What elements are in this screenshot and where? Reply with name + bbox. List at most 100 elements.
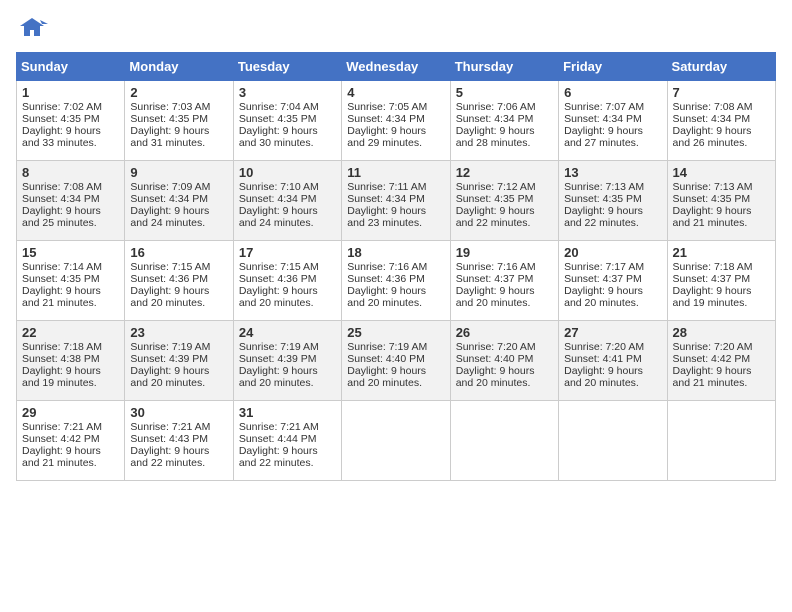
day-cell-11: 11Sunrise: 7:11 AMSunset: 4:34 PMDayligh… (342, 161, 450, 241)
day-number: 26 (456, 325, 553, 340)
day-number: 11 (347, 165, 444, 180)
daylight-label: Daylight: 9 hours and 21 minutes. (22, 445, 101, 469)
day-cell-12: 12Sunrise: 7:12 AMSunset: 4:35 PMDayligh… (450, 161, 558, 241)
sunset-label: Sunset: 4:37 PM (456, 273, 534, 285)
daylight-label: Daylight: 9 hours and 22 minutes. (239, 445, 318, 469)
daylight-label: Daylight: 9 hours and 29 minutes. (347, 125, 426, 149)
sunset-label: Sunset: 4:35 PM (22, 273, 100, 285)
day-cell-18: 18Sunrise: 7:16 AMSunset: 4:36 PMDayligh… (342, 241, 450, 321)
day-number: 5 (456, 85, 553, 100)
day-cell-20: 20Sunrise: 7:17 AMSunset: 4:37 PMDayligh… (559, 241, 667, 321)
day-number: 2 (130, 85, 227, 100)
logo (16, 16, 52, 44)
header (16, 16, 776, 44)
day-number: 30 (130, 405, 227, 420)
day-cell-22: 22Sunrise: 7:18 AMSunset: 4:38 PMDayligh… (17, 321, 125, 401)
day-cell-1: 1Sunrise: 7:02 AMSunset: 4:35 PMDaylight… (17, 81, 125, 161)
sunrise-label: Sunrise: 7:06 AM (456, 101, 536, 113)
day-cell-25: 25Sunrise: 7:19 AMSunset: 4:40 PMDayligh… (342, 321, 450, 401)
calendar-week-5: 29Sunrise: 7:21 AMSunset: 4:42 PMDayligh… (17, 401, 776, 481)
day-number: 6 (564, 85, 661, 100)
day-cell-14: 14Sunrise: 7:13 AMSunset: 4:35 PMDayligh… (667, 161, 775, 241)
sunrise-label: Sunrise: 7:20 AM (456, 341, 536, 353)
daylight-label: Daylight: 9 hours and 21 minutes. (673, 205, 752, 229)
daylight-label: Daylight: 9 hours and 21 minutes. (22, 285, 101, 309)
sunrise-label: Sunrise: 7:21 AM (239, 421, 319, 433)
daylight-label: Daylight: 9 hours and 22 minutes. (564, 205, 643, 229)
sunset-label: Sunset: 4:35 PM (673, 193, 751, 205)
day-cell-9: 9Sunrise: 7:09 AMSunset: 4:34 PMDaylight… (125, 161, 233, 241)
day-cell-17: 17Sunrise: 7:15 AMSunset: 4:36 PMDayligh… (233, 241, 341, 321)
day-cell-6: 6Sunrise: 7:07 AMSunset: 4:34 PMDaylight… (559, 81, 667, 161)
empty-cell (342, 401, 450, 481)
sunset-label: Sunset: 4:35 PM (130, 113, 208, 125)
day-number: 21 (673, 245, 770, 260)
sunset-label: Sunset: 4:34 PM (347, 113, 425, 125)
sunrise-label: Sunrise: 7:07 AM (564, 101, 644, 113)
calendar-week-2: 8Sunrise: 7:08 AMSunset: 4:34 PMDaylight… (17, 161, 776, 241)
sunrise-label: Sunrise: 7:05 AM (347, 101, 427, 113)
day-number: 1 (22, 85, 119, 100)
day-number: 17 (239, 245, 336, 260)
sunset-label: Sunset: 4:34 PM (564, 113, 642, 125)
sunset-label: Sunset: 4:40 PM (456, 353, 534, 365)
daylight-label: Daylight: 9 hours and 26 minutes. (673, 125, 752, 149)
col-friday: Friday (559, 53, 667, 81)
sunrise-label: Sunrise: 7:02 AM (22, 101, 102, 113)
daylight-label: Daylight: 9 hours and 20 minutes. (239, 365, 318, 389)
day-number: 31 (239, 405, 336, 420)
daylight-label: Daylight: 9 hours and 20 minutes. (239, 285, 318, 309)
day-cell-13: 13Sunrise: 7:13 AMSunset: 4:35 PMDayligh… (559, 161, 667, 241)
logo-icon (16, 16, 48, 44)
sunset-label: Sunset: 4:36 PM (347, 273, 425, 285)
sunrise-label: Sunrise: 7:21 AM (22, 421, 102, 433)
daylight-label: Daylight: 9 hours and 33 minutes. (22, 125, 101, 149)
day-cell-23: 23Sunrise: 7:19 AMSunset: 4:39 PMDayligh… (125, 321, 233, 401)
daylight-label: Daylight: 9 hours and 19 minutes. (673, 285, 752, 309)
sunset-label: Sunset: 4:35 PM (456, 193, 534, 205)
day-number: 28 (673, 325, 770, 340)
day-cell-7: 7Sunrise: 7:08 AMSunset: 4:34 PMDaylight… (667, 81, 775, 161)
sunset-label: Sunset: 4:35 PM (22, 113, 100, 125)
day-cell-16: 16Sunrise: 7:15 AMSunset: 4:36 PMDayligh… (125, 241, 233, 321)
calendar-week-3: 15Sunrise: 7:14 AMSunset: 4:35 PMDayligh… (17, 241, 776, 321)
sunset-label: Sunset: 4:37 PM (564, 273, 642, 285)
sunrise-label: Sunrise: 7:13 AM (673, 181, 753, 193)
daylight-label: Daylight: 9 hours and 21 minutes. (673, 365, 752, 389)
daylight-label: Daylight: 9 hours and 25 minutes. (22, 205, 101, 229)
day-number: 14 (673, 165, 770, 180)
day-cell-29: 29Sunrise: 7:21 AMSunset: 4:42 PMDayligh… (17, 401, 125, 481)
calendar-week-1: 1Sunrise: 7:02 AMSunset: 4:35 PMDaylight… (17, 81, 776, 161)
day-cell-24: 24Sunrise: 7:19 AMSunset: 4:39 PMDayligh… (233, 321, 341, 401)
daylight-label: Daylight: 9 hours and 24 minutes. (130, 205, 209, 229)
col-wednesday: Wednesday (342, 53, 450, 81)
sunset-label: Sunset: 4:34 PM (22, 193, 100, 205)
sunrise-label: Sunrise: 7:18 AM (673, 261, 753, 273)
day-cell-15: 15Sunrise: 7:14 AMSunset: 4:35 PMDayligh… (17, 241, 125, 321)
sunrise-label: Sunrise: 7:10 AM (239, 181, 319, 193)
day-number: 4 (347, 85, 444, 100)
day-cell-4: 4Sunrise: 7:05 AMSunset: 4:34 PMDaylight… (342, 81, 450, 161)
daylight-label: Daylight: 9 hours and 20 minutes. (347, 285, 426, 309)
daylight-label: Daylight: 9 hours and 20 minutes. (130, 285, 209, 309)
sunrise-label: Sunrise: 7:13 AM (564, 181, 644, 193)
daylight-label: Daylight: 9 hours and 19 minutes. (22, 365, 101, 389)
sunset-label: Sunset: 4:36 PM (130, 273, 208, 285)
sunset-label: Sunset: 4:44 PM (239, 433, 317, 445)
day-number: 24 (239, 325, 336, 340)
sunrise-label: Sunrise: 7:21 AM (130, 421, 210, 433)
sunrise-label: Sunrise: 7:08 AM (22, 181, 102, 193)
sunrise-label: Sunrise: 7:18 AM (22, 341, 102, 353)
day-number: 25 (347, 325, 444, 340)
daylight-label: Daylight: 9 hours and 20 minutes. (456, 365, 535, 389)
col-monday: Monday (125, 53, 233, 81)
col-thursday: Thursday (450, 53, 558, 81)
daylight-label: Daylight: 9 hours and 24 minutes. (239, 205, 318, 229)
calendar-week-4: 22Sunrise: 7:18 AMSunset: 4:38 PMDayligh… (17, 321, 776, 401)
sunrise-label: Sunrise: 7:19 AM (239, 341, 319, 353)
sunrise-label: Sunrise: 7:15 AM (239, 261, 319, 273)
sunrise-label: Sunrise: 7:15 AM (130, 261, 210, 273)
sunset-label: Sunset: 4:38 PM (22, 353, 100, 365)
sunset-label: Sunset: 4:39 PM (130, 353, 208, 365)
day-cell-26: 26Sunrise: 7:20 AMSunset: 4:40 PMDayligh… (450, 321, 558, 401)
